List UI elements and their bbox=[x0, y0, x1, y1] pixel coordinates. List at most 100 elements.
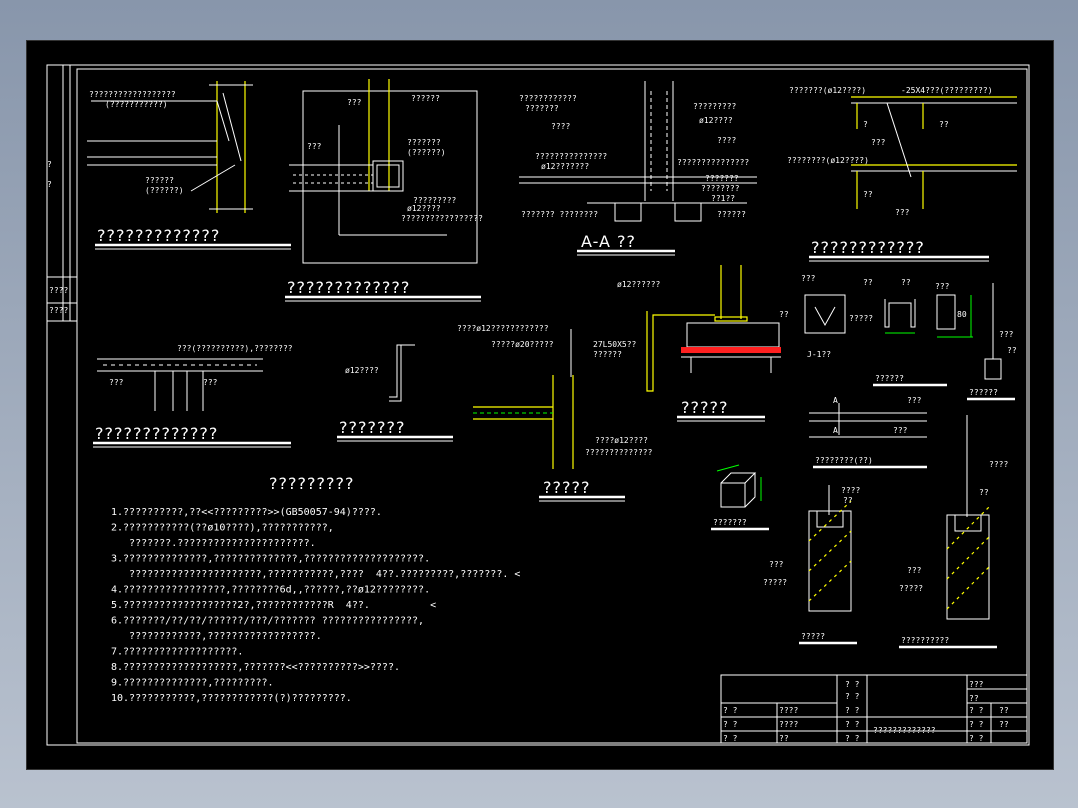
inner-frame bbox=[46, 64, 1030, 746]
detail-8: ø12?????? ????? bbox=[617, 265, 781, 422]
label-58: ???? bbox=[841, 486, 860, 495]
label-2: (???????????) bbox=[105, 100, 168, 109]
label-61: ??? bbox=[895, 208, 910, 217]
label-40: 27L50X5?? bbox=[593, 340, 637, 349]
label-47: ????? bbox=[849, 314, 873, 323]
note-line: ???????.??????????????????????. bbox=[111, 538, 316, 549]
detail-13: ???? ?? ??? ????? ????? bbox=[763, 485, 860, 645]
label-33: ?? bbox=[863, 190, 873, 199]
label-36: ??? bbox=[203, 378, 218, 387]
detail-9-title: ?????? bbox=[875, 374, 904, 383]
tb-r2-4: ?? bbox=[999, 706, 1009, 715]
label-8: ??????? bbox=[407, 138, 441, 147]
detail-1-title: ????????????? bbox=[97, 226, 220, 245]
label-18: ????????? bbox=[693, 102, 737, 111]
label-61b: ??? bbox=[907, 566, 922, 575]
detail-11: A A ??? ??? ????????(??) bbox=[809, 396, 927, 469]
detail-3: ???????????? ??????? ???? ??????????????… bbox=[519, 81, 757, 256]
note-line: 10.???????????,????????????(?)?????????. bbox=[111, 693, 352, 704]
detail-air-terminal: ??? ?? ?????? bbox=[967, 283, 1017, 401]
tb-r2-2: ? ? bbox=[845, 706, 860, 715]
note-line: ??????????????????????,???????????,???? … bbox=[111, 569, 520, 580]
tb-r4-1: ?? bbox=[779, 734, 789, 743]
note-line: 1.??????????,??<<?????????>>(GB50057-94)… bbox=[111, 507, 382, 518]
note-line: 7.???????????????????. bbox=[111, 647, 243, 658]
detail-5: ???(??????????),???????? ??? ??? ???????… bbox=[93, 344, 293, 448]
tb-r4-3: ? ? bbox=[969, 734, 984, 743]
label-17: ø12??????? bbox=[541, 162, 589, 171]
tb-r4-0: ? ? bbox=[723, 734, 738, 743]
detail-7-title: ????? bbox=[543, 478, 590, 497]
detail-6: ø12???? ??????? bbox=[337, 344, 453, 442]
title-block: ? ? ? ? ?? ? ? ? ? ? ??? ? ? ? ? ? ? ? ? ? ?… bbox=[720, 674, 1028, 744]
cad-drawing: ???? ???? ? ? ?????????????????? (??????… bbox=[46, 64, 1030, 746]
note-line: ????????????,??????????????????. bbox=[111, 631, 322, 642]
design-notes: ????????? 1.??????????,??<<?????????>>(G… bbox=[111, 474, 520, 704]
label-6: ?????? bbox=[411, 94, 440, 103]
tb-r0-0: ? ? bbox=[845, 680, 860, 689]
label-4: (??????) bbox=[145, 186, 184, 195]
label-57: ??? bbox=[893, 426, 908, 435]
detail-4: ???????(ø12????) -25X4???(?????????) ? ?… bbox=[787, 86, 1017, 262]
detail-cube: ??????? bbox=[711, 464, 769, 531]
label-5: ??? bbox=[347, 98, 362, 107]
label-65: ????? bbox=[763, 578, 787, 587]
note-line: 9.??????????????,?????????. bbox=[111, 678, 274, 689]
label-53: ?? bbox=[1007, 346, 1017, 355]
label-50: 80 bbox=[957, 310, 967, 319]
drawing-sheet: ???? ???? ? ? ?????????????????? (??????… bbox=[26, 40, 1054, 770]
label-25: ??????? ???????? bbox=[521, 210, 598, 219]
detail-4-title: ???????????? bbox=[811, 238, 925, 257]
detail-14: ???? ?? ??? ????? ?????????? bbox=[899, 415, 1008, 649]
label-56: ??? bbox=[907, 396, 922, 405]
label-27: ???????(ø12????) bbox=[789, 86, 866, 95]
detail-5-title: ????????????? bbox=[95, 424, 218, 443]
label-31: ??? bbox=[871, 138, 886, 147]
tb-r3-1: ???? bbox=[779, 720, 798, 729]
tb-r0-1: ?? bbox=[969, 694, 979, 703]
label-9: (??????) bbox=[407, 148, 446, 157]
tb-r3-3: ? ? bbox=[969, 720, 984, 729]
notes-title: ????????? bbox=[269, 474, 354, 493]
notes-lines: 1.??????????,??<<?????????>>(GB50057-94)… bbox=[111, 507, 520, 704]
label-43: ?????????????? bbox=[585, 448, 653, 457]
note-line: 3.??????????????,??????????????,????????… bbox=[111, 554, 430, 565]
tb-r3-0: ? ? bbox=[723, 720, 738, 729]
detail-12-title: ??????? bbox=[713, 518, 747, 527]
label-44: ø12?????? bbox=[617, 280, 661, 289]
label-32: ????????(ø12????) bbox=[787, 156, 869, 165]
detail-10-title: ?????? bbox=[969, 388, 998, 397]
label-19: ø12???? bbox=[699, 116, 733, 125]
label-51: ??? bbox=[935, 282, 950, 291]
detail-13-title: ????? bbox=[801, 632, 825, 641]
section-j-title: J-1?? bbox=[807, 350, 831, 359]
tb-r2-1: ???? bbox=[779, 706, 798, 715]
label-64: ??? bbox=[769, 560, 784, 569]
label-38: ????ø12???????????? bbox=[457, 324, 549, 333]
tb-r2-3: ? ? bbox=[969, 706, 984, 715]
label-46: ?? bbox=[779, 310, 789, 319]
label-30: ?? bbox=[939, 120, 949, 129]
label-21: ??????????????? bbox=[677, 158, 749, 167]
note-line: 6.???????/??/??/??????/???/??????? ?????… bbox=[111, 616, 424, 627]
label-41: ?????? bbox=[593, 350, 622, 359]
label-34: ???(??????????),???????? bbox=[177, 344, 293, 353]
label-10: ø12???? bbox=[407, 204, 441, 213]
svg-text:?: ? bbox=[47, 180, 52, 189]
tb-r3-2: ? ? bbox=[845, 720, 860, 729]
note-line: 2.???????????(??ø10????),???????????, bbox=[111, 523, 334, 534]
label-35: ??? bbox=[109, 378, 124, 387]
left-strip: ???? ???? ? ? bbox=[47, 65, 77, 322]
label-1: ?????????????????? bbox=[89, 90, 176, 99]
label-20: ???? bbox=[717, 136, 736, 145]
label-52: ??? bbox=[999, 330, 1014, 339]
label-60: ?? bbox=[979, 488, 989, 497]
tb-r2-0: ? ? bbox=[723, 706, 738, 715]
note-line: 5.???????????????????2?,????????????R 4?… bbox=[111, 600, 436, 611]
tb-r4-2: ? ? bbox=[845, 734, 860, 743]
label-28: -25X4???(?????????) bbox=[901, 86, 993, 95]
detail-8-title: ????? bbox=[681, 398, 728, 417]
label-14: ??????? bbox=[525, 104, 559, 113]
detail-3-title: A-A ?? bbox=[581, 232, 636, 251]
label-62: ????? bbox=[899, 584, 923, 593]
